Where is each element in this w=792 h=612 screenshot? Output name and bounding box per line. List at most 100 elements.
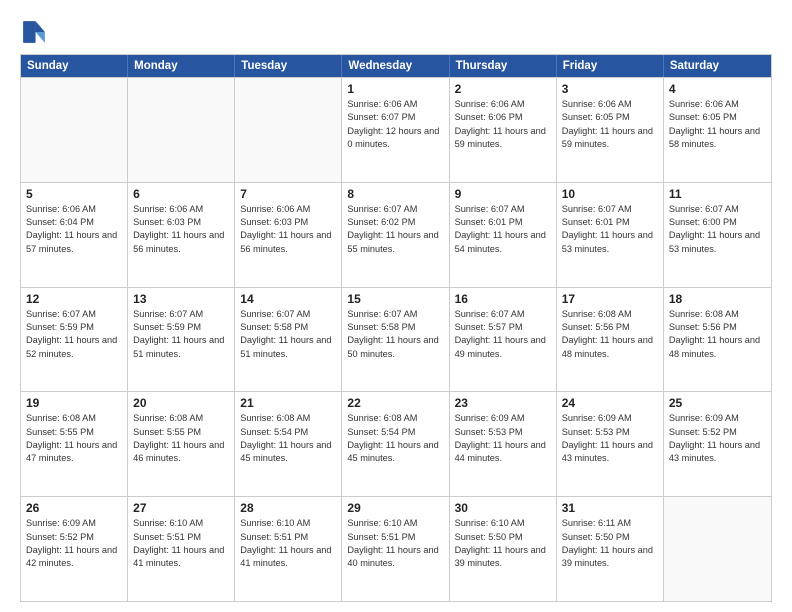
calendar-cell-r3c6: 25 Sunrise: 6:09 AMSunset: 5:52 PMDayligh… [664,392,771,496]
calendar-cell-r3c4: 23 Sunrise: 6:09 AMSunset: 5:53 PMDayligh… [450,392,557,496]
cell-info: Sunrise: 6:07 AMSunset: 5:58 PMDaylight:… [240,308,336,361]
calendar-row-3: 19 Sunrise: 6:08 AMSunset: 5:55 PMDayligh… [21,391,771,496]
calendar-row-2: 12 Sunrise: 6:07 AMSunset: 5:59 PMDayligh… [21,287,771,392]
cell-day-number: 14 [240,292,336,306]
cell-day-number: 27 [133,501,229,515]
calendar-cell-r3c0: 19 Sunrise: 6:08 AMSunset: 5:55 PMDayligh… [21,392,128,496]
calendar-cell-r4c4: 30 Sunrise: 6:10 AMSunset: 5:50 PMDayligh… [450,497,557,601]
calendar-cell-r0c0 [21,78,128,182]
weekday-header-wednesday: Wednesday [342,55,449,77]
cell-info: Sunrise: 6:06 AMSunset: 6:03 PMDaylight:… [240,203,336,256]
cell-info: Sunrise: 6:08 AMSunset: 5:55 PMDaylight:… [26,412,122,465]
weekday-header-friday: Friday [557,55,664,77]
cell-day-number: 19 [26,396,122,410]
calendar-cell-r3c2: 21 Sunrise: 6:08 AMSunset: 5:54 PMDayligh… [235,392,342,496]
cell-info: Sunrise: 6:07 AMSunset: 5:59 PMDaylight:… [133,308,229,361]
calendar-cell-r4c6 [664,497,771,601]
logo-icon [20,18,48,46]
header [20,18,772,46]
weekday-header-tuesday: Tuesday [235,55,342,77]
cell-info: Sunrise: 6:07 AMSunset: 6:00 PMDaylight:… [669,203,766,256]
calendar-cell-r0c3: 1Sunrise: 6:06 AMSunset: 6:07 PMDaylight… [342,78,449,182]
calendar-cell-r0c1 [128,78,235,182]
cell-info: Sunrise: 6:06 AMSunset: 6:05 PMDaylight:… [669,98,766,151]
calendar-cell-r1c6: 11 Sunrise: 6:07 AMSunset: 6:00 PMDayligh… [664,183,771,287]
cell-info: Sunrise: 6:07 AMSunset: 6:02 PMDaylight:… [347,203,443,256]
cell-day-number: 9 [455,187,551,201]
calendar-body: 1Sunrise: 6:06 AMSunset: 6:07 PMDaylight… [21,77,771,601]
cell-day-number: 12 [26,292,122,306]
calendar-row-4: 26 Sunrise: 6:09 AMSunset: 5:52 PMDayligh… [21,496,771,601]
calendar-cell-r2c5: 17 Sunrise: 6:08 AMSunset: 5:56 PMDayligh… [557,288,664,392]
cell-info: Sunrise: 6:10 AMSunset: 5:51 PMDaylight:… [240,517,336,570]
calendar-cell-r0c6: 4 Sunrise: 6:06 AMSunset: 6:05 PMDaylight… [664,78,771,182]
calendar-cell-r2c4: 16Sunrise: 6:07 AMSunset: 5:57 PMDayligh… [450,288,557,392]
cell-info: Sunrise: 6:09 AMSunset: 5:53 PMDaylight:… [562,412,658,465]
cell-info: Sunrise: 6:08 AMSunset: 5:54 PMDaylight:… [347,412,443,465]
cell-day-number: 30 [455,501,551,515]
cell-info: Sunrise: 6:11 AMSunset: 5:50 PMDaylight:… [562,517,658,570]
cell-day-number: 11 [669,187,766,201]
calendar-cell-r3c3: 22 Sunrise: 6:08 AMSunset: 5:54 PMDayligh… [342,392,449,496]
cell-day-number: 24 [562,396,658,410]
cell-day-number: 21 [240,396,336,410]
cell-day-number: 31 [562,501,658,515]
calendar-cell-r3c5: 24 Sunrise: 6:09 AMSunset: 5:53 PMDayligh… [557,392,664,496]
cell-day-number: 26 [26,501,122,515]
cell-day-number: 7 [240,187,336,201]
weekday-header-sunday: Sunday [21,55,128,77]
calendar-cell-r1c4: 9 Sunrise: 6:07 AMSunset: 6:01 PMDaylight… [450,183,557,287]
calendar-cell-r4c5: 31 Sunrise: 6:11 AMSunset: 5:50 PMDayligh… [557,497,664,601]
weekday-header-thursday: Thursday [450,55,557,77]
calendar-cell-r1c0: 5 Sunrise: 6:06 AMSunset: 6:04 PMDaylight… [21,183,128,287]
cell-info: Sunrise: 6:07 AMSunset: 6:01 PMDaylight:… [455,203,551,256]
cell-info: Sunrise: 6:10 AMSunset: 5:50 PMDaylight:… [455,517,551,570]
page: SundayMondayTuesdayWednesdayThursdayFrid… [0,0,792,612]
calendar-cell-r0c2 [235,78,342,182]
calendar: SundayMondayTuesdayWednesdayThursdayFrid… [20,54,772,602]
logo [20,18,52,46]
cell-day-number: 17 [562,292,658,306]
weekday-header-monday: Monday [128,55,235,77]
calendar-cell-r0c5: 3Sunrise: 6:06 AMSunset: 6:05 PMDaylight… [557,78,664,182]
cell-info: Sunrise: 6:08 AMSunset: 5:56 PMDaylight:… [669,308,766,361]
cell-info: Sunrise: 6:09 AMSunset: 5:53 PMDaylight:… [455,412,551,465]
cell-info: Sunrise: 6:06 AMSunset: 6:05 PMDaylight:… [562,98,658,151]
cell-info: Sunrise: 6:10 AMSunset: 5:51 PMDaylight:… [133,517,229,570]
calendar-cell-r4c0: 26 Sunrise: 6:09 AMSunset: 5:52 PMDayligh… [21,497,128,601]
calendar-cell-r0c4: 2Sunrise: 6:06 AMSunset: 6:06 PMDaylight… [450,78,557,182]
cell-info: Sunrise: 6:07 AMSunset: 6:01 PMDaylight:… [562,203,658,256]
cell-info: Sunrise: 6:07 AMSunset: 5:57 PMDaylight:… [455,308,551,361]
cell-day-number: 8 [347,187,443,201]
calendar-cell-r2c1: 13 Sunrise: 6:07 AMSunset: 5:59 PMDayligh… [128,288,235,392]
cell-day-number: 22 [347,396,443,410]
cell-day-number: 6 [133,187,229,201]
cell-info: Sunrise: 6:08 AMSunset: 5:55 PMDaylight:… [133,412,229,465]
cell-info: Sunrise: 6:07 AMSunset: 5:58 PMDaylight:… [347,308,443,361]
calendar-cell-r4c1: 27 Sunrise: 6:10 AMSunset: 5:51 PMDayligh… [128,497,235,601]
cell-info: Sunrise: 6:08 AMSunset: 5:56 PMDaylight:… [562,308,658,361]
cell-day-number: 5 [26,187,122,201]
cell-day-number: 20 [133,396,229,410]
calendar-cell-r1c5: 10 Sunrise: 6:07 AMSunset: 6:01 PMDayligh… [557,183,664,287]
cell-info: Sunrise: 6:06 AMSunset: 6:04 PMDaylight:… [26,203,122,256]
cell-day-number: 13 [133,292,229,306]
cell-day-number: 10 [562,187,658,201]
cell-info: Sunrise: 6:09 AMSunset: 5:52 PMDaylight:… [669,412,766,465]
cell-info: Sunrise: 6:07 AMSunset: 5:59 PMDaylight:… [26,308,122,361]
calendar-cell-r4c3: 29Sunrise: 6:10 AMSunset: 5:51 PMDayligh… [342,497,449,601]
cell-day-number: 28 [240,501,336,515]
cell-info: Sunrise: 6:06 AMSunset: 6:03 PMDaylight:… [133,203,229,256]
cell-day-number: 23 [455,396,551,410]
calendar-cell-r3c1: 20 Sunrise: 6:08 AMSunset: 5:55 PMDayligh… [128,392,235,496]
calendar-cell-r2c3: 15Sunrise: 6:07 AMSunset: 5:58 PMDayligh… [342,288,449,392]
calendar-cell-r2c2: 14 Sunrise: 6:07 AMSunset: 5:58 PMDayligh… [235,288,342,392]
calendar-cell-r1c2: 7 Sunrise: 6:06 AMSunset: 6:03 PMDaylight… [235,183,342,287]
cell-day-number: 4 [669,82,766,96]
cell-info: Sunrise: 6:08 AMSunset: 5:54 PMDaylight:… [240,412,336,465]
calendar-cell-r2c6: 18Sunrise: 6:08 AMSunset: 5:56 PMDayligh… [664,288,771,392]
cell-day-number: 25 [669,396,766,410]
cell-info: Sunrise: 6:09 AMSunset: 5:52 PMDaylight:… [26,517,122,570]
calendar-row-1: 5 Sunrise: 6:06 AMSunset: 6:04 PMDaylight… [21,182,771,287]
calendar-row-0: 1Sunrise: 6:06 AMSunset: 6:07 PMDaylight… [21,77,771,182]
